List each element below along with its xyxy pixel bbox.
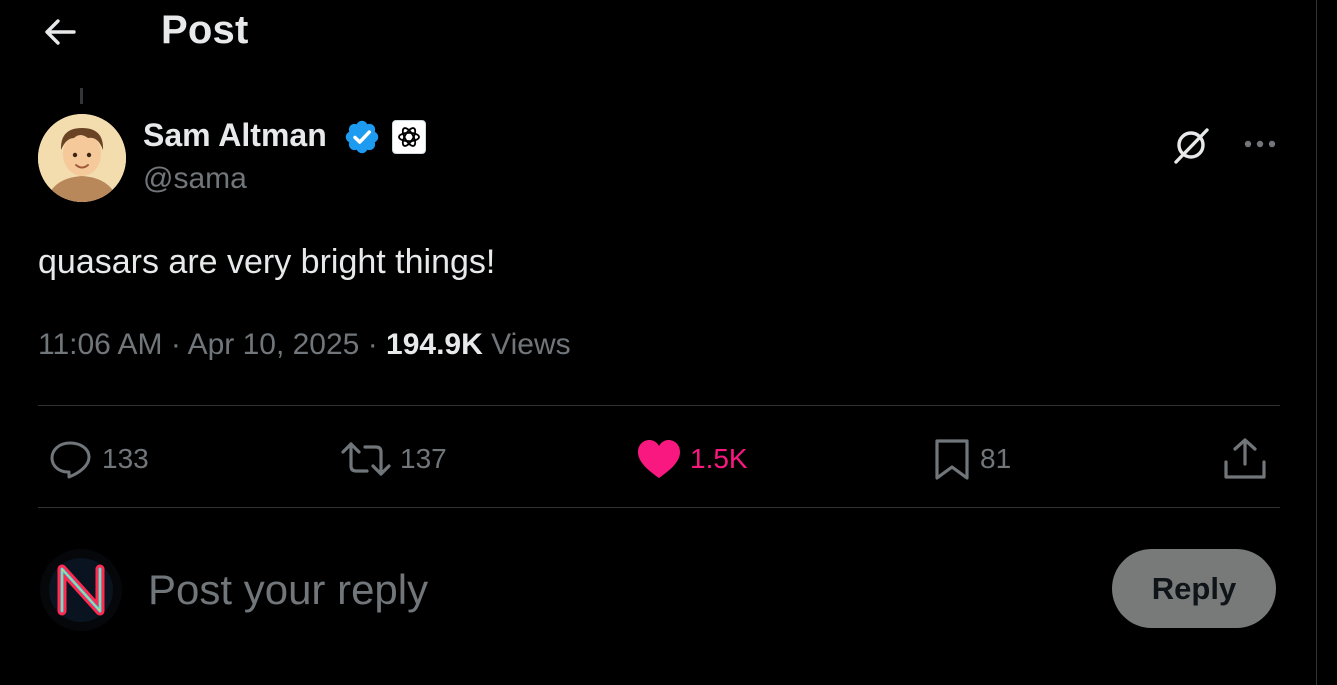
back-button[interactable] xyxy=(40,14,80,50)
bookmark-count: 81 xyxy=(980,443,1012,474)
reply-submit-button[interactable]: Reply xyxy=(1112,549,1276,628)
thread-connector-line xyxy=(80,88,83,104)
bookmark-action-button[interactable]: 81 xyxy=(932,436,1011,482)
grok-icon xyxy=(1174,128,1209,164)
meta-separator: · xyxy=(367,328,378,361)
repost-action-button[interactable]: 137 xyxy=(340,436,447,482)
post-detail-view: Post Sam Altman @sama quasars are very b… xyxy=(0,0,1317,685)
reply-input[interactable] xyxy=(148,566,1048,614)
share-action-button[interactable] xyxy=(1222,436,1268,482)
post-time[interactable]: 11:06 AM xyxy=(38,328,163,361)
verified-badge-icon xyxy=(343,118,381,156)
author-handle[interactable]: @sama xyxy=(143,162,247,196)
post-meta: 11:06 AM · Apr 10, 2025 · 194.9K Views xyxy=(38,328,571,362)
openai-logo-icon[interactable] xyxy=(392,120,426,154)
author-name[interactable]: Sam Altman xyxy=(143,117,327,154)
meta-separator: · xyxy=(170,328,181,361)
repost-count: 137 xyxy=(400,443,447,474)
like-count: 1.5K xyxy=(690,443,748,474)
views-label: Views xyxy=(491,328,571,361)
neon-n-logo-icon xyxy=(40,549,122,631)
cartoon-avatar-icon xyxy=(38,114,126,202)
reply-action-button[interactable]: 133 xyxy=(48,436,149,482)
comment-bubble-icon xyxy=(50,441,91,479)
reply-count: 133 xyxy=(102,443,149,474)
repost-icon xyxy=(341,442,391,476)
post-date[interactable]: Apr 10, 2025 xyxy=(188,328,360,361)
more-options-button[interactable] xyxy=(1240,128,1280,160)
author-avatar[interactable] xyxy=(38,114,126,202)
share-upload-icon xyxy=(1224,438,1266,479)
page-title: Post xyxy=(161,8,249,52)
divider xyxy=(38,507,1280,508)
like-action-button[interactable]: 1.5K xyxy=(636,436,748,482)
grok-button[interactable] xyxy=(1168,122,1214,168)
more-dots-icon xyxy=(1244,140,1276,148)
heart-filled-icon xyxy=(638,440,680,478)
arrow-left-icon xyxy=(45,19,76,45)
current-user-avatar[interactable] xyxy=(40,549,122,631)
post-text: quasars are very bright things! xyxy=(38,243,496,281)
bookmark-icon xyxy=(935,439,969,480)
views-count[interactable]: 194.9K xyxy=(386,328,483,361)
header-bar: Post xyxy=(0,0,1317,70)
divider xyxy=(38,405,1280,406)
